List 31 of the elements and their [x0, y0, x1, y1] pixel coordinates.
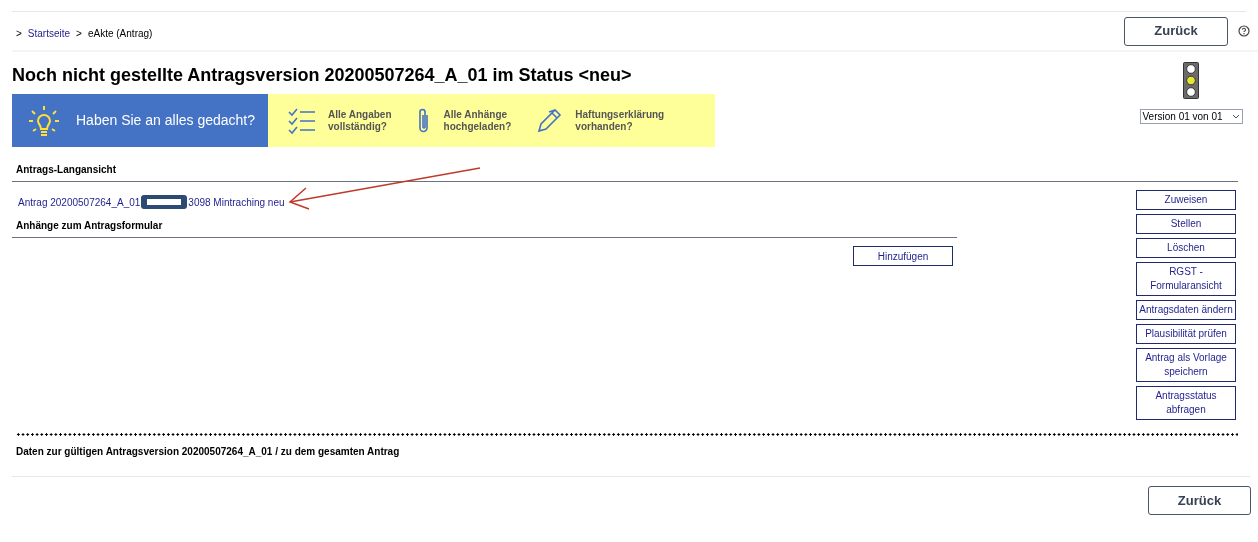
- section-heading: Antrags-Langansicht: [16, 164, 117, 176]
- add-button[interactable]: Hinzufügen: [853, 246, 953, 266]
- redaction-block: [141, 195, 188, 209]
- breadcrumb-current: eAkte (Antrag): [87, 26, 153, 41]
- checklist-item-text: Alle Anhänge hochgeladen?: [443, 108, 512, 133]
- page-title: Noch nicht gestellte Antragsversion 20200507264_A_01 im Status <neu>: [12, 64, 633, 86]
- application-link[interactable]: 3098 Mintraching neu: [188, 194, 285, 210]
- breadcrumb-separator: >: [76, 26, 82, 41]
- action-button[interactable]: Antragsstatus abfragen: [1136, 386, 1236, 420]
- breadcrumb-link[interactable]: Startseite: [27, 25, 71, 41]
- checklist-item-text: Alle Angaben vollständig?: [328, 108, 392, 133]
- footer-text: Daten zur gültigen Antragsversion 20200507264_A_01 / zu dem gesamten Antrag: [16, 445, 400, 459]
- breadcrumb-separator: >: [16, 26, 22, 41]
- action-button[interactable]: Antrag als Vorlage speichern: [1136, 348, 1236, 382]
- help-icon[interactable]: [1238, 25, 1250, 37]
- banner-headline: Haben Sie an alles gedacht?: [76, 111, 256, 130]
- pen-icon: [535, 106, 564, 135]
- action-button[interactable]: Antragsdaten ändern: [1136, 300, 1236, 320]
- back-button[interactable]: Zurück: [1124, 16, 1228, 46]
- action-button[interactable]: Plausibilität prüfen: [1136, 324, 1236, 344]
- checklist-icon: [288, 106, 316, 135]
- version-select[interactable]: Version 01 von 01: [1139, 109, 1243, 124]
- section-heading: Anhänge zum Antragsformular: [16, 220, 164, 232]
- chevron-down-icon: [1231, 113, 1240, 120]
- action-button[interactable]: Stellen: [1136, 214, 1236, 234]
- checklist-item-text: Haftungserklärung vorhanden?: [575, 108, 665, 133]
- action-button[interactable]: Löschen: [1136, 238, 1236, 258]
- back-button[interactable]: Zurück: [1148, 486, 1251, 515]
- action-button[interactable]: RGST - Formularansicht: [1136, 262, 1236, 296]
- action-button[interactable]: Zuweisen: [1136, 190, 1236, 210]
- application-link[interactable]: Antrag 20200507264_A_01: [18, 194, 141, 210]
